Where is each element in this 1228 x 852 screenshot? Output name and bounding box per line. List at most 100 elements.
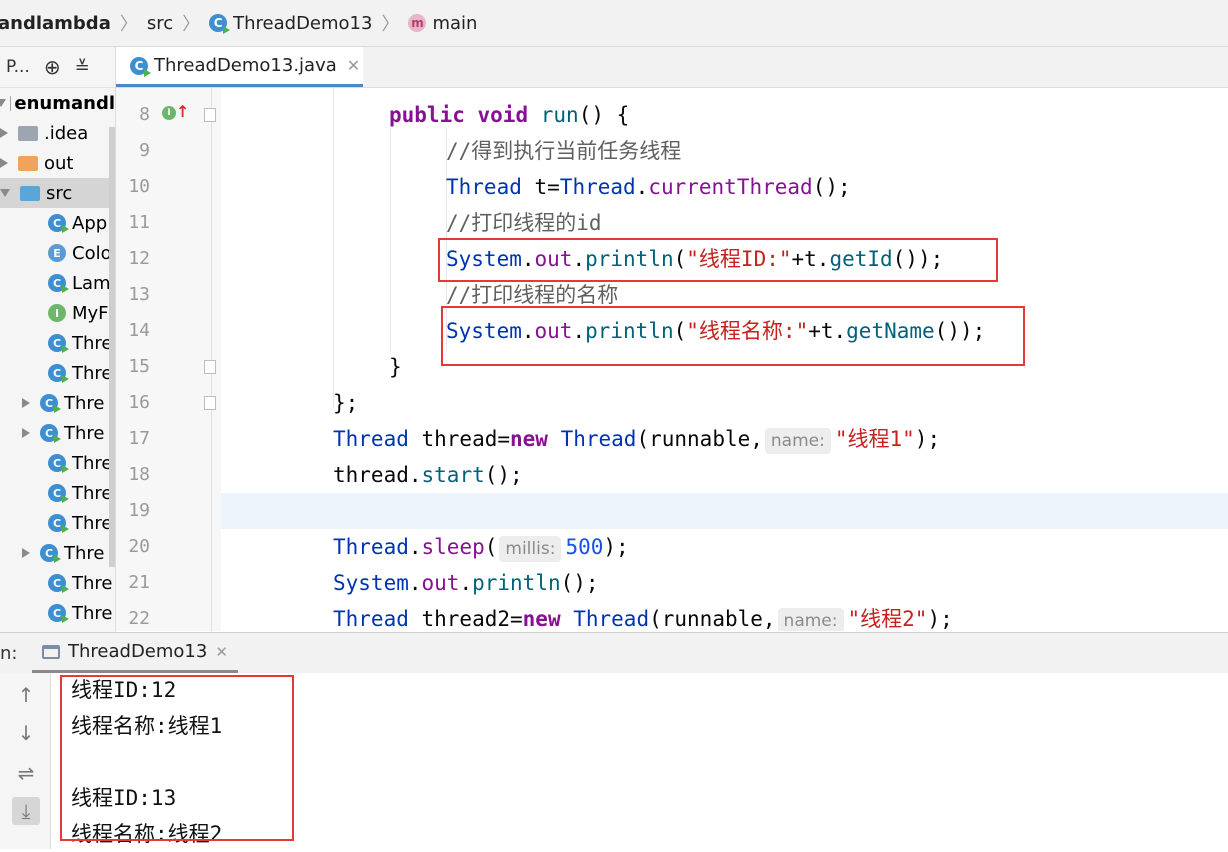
tree-item-label: App: [72, 213, 107, 234]
tree-root[interactable]: enumandl: [0, 88, 115, 118]
project-scrollbar[interactable]: [109, 127, 115, 567]
field: out: [422, 571, 460, 595]
punct: ();: [813, 175, 851, 199]
soft-wrap-icon[interactable]: ⇌: [12, 759, 40, 787]
punct: ();: [561, 571, 599, 595]
run-toolwindow-header: n: ThreadDemo13 ✕: [0, 632, 1228, 674]
kw-new: new: [523, 607, 561, 631]
tab-label: ThreadDemo13.java: [154, 55, 337, 76]
override-arrow-icon: ↑: [176, 102, 189, 121]
expand-arrow-icon[interactable]: [22, 398, 30, 408]
code-line-10: Thread t=Thread.currentThread();: [446, 169, 851, 205]
expand-arrow-icon[interactable]: [0, 128, 8, 138]
tree-item[interactable]: EColo: [0, 238, 115, 268]
tree-item[interactable]: IMyF: [0, 298, 115, 328]
expand-arrow-icon[interactable]: [0, 158, 8, 168]
tree-item[interactable]: CApp: [0, 208, 115, 238]
line-number: 19: [116, 493, 150, 529]
collapse-icon[interactable]: ≚: [75, 57, 90, 78]
class-icon: C: [40, 394, 58, 412]
arrow-down-icon[interactable]: ↓: [12, 719, 40, 747]
tree-item[interactable]: out: [0, 148, 115, 178]
folder-icon: [18, 156, 38, 171]
tree-item[interactable]: CThre: [0, 418, 115, 448]
close-icon[interactable]: ✕: [215, 643, 228, 661]
tree-item[interactable]: CThre: [0, 478, 115, 508]
tree-item[interactable]: .idea: [0, 118, 115, 148]
tree-item-label: Thre: [72, 333, 112, 354]
tree-item[interactable]: C Thre: [0, 388, 115, 418]
tree-item-label: Thre: [72, 573, 112, 594]
highlight-box-getname: [441, 306, 1025, 366]
expand-arrow-icon[interactable]: [22, 428, 30, 438]
console-output[interactable]: 线程ID:12 线程名称:线程1 线程ID:13 线程名称:线程2: [51, 673, 1228, 849]
tree-item-label: src: [46, 183, 72, 204]
tree-item[interactable]: CThre: [0, 448, 115, 478]
close-icon[interactable]: ✕: [347, 56, 360, 75]
run-tab-label: ThreadDemo13: [68, 641, 207, 662]
punct: );: [915, 427, 940, 451]
tree-item[interactable]: CThre: [0, 328, 115, 358]
class-icon: C: [209, 14, 227, 32]
indent-guide: [333, 88, 334, 408]
highlight-box-output: [60, 675, 294, 841]
tree-item[interactable]: CThre: [0, 358, 115, 388]
breadcrumb-class[interactable]: C ThreadDemo13: [209, 13, 372, 34]
tree-item-label: Thre: [64, 543, 104, 564]
class-icon: C: [48, 574, 66, 592]
var: thread=: [409, 427, 510, 451]
breadcrumb-method[interactable]: m main: [408, 13, 477, 34]
expand-arrow-icon[interactable]: [0, 99, 6, 107]
tree-item[interactable]: CThre: [0, 538, 115, 568]
type: Thread: [446, 175, 522, 199]
tree-item[interactable]: C Thre: [0, 568, 115, 598]
punct: .: [636, 175, 649, 199]
current-line-highlight: [221, 493, 1228, 529]
arrow-up-icon[interactable]: ↑: [12, 681, 40, 709]
fold-icon[interactable]: [204, 108, 216, 122]
fold-icon[interactable]: [204, 360, 216, 374]
breadcrumb-project[interactable]: andlambda: [0, 13, 111, 34]
run-tab[interactable]: ThreadDemo13 ✕: [32, 633, 238, 673]
tree-item[interactable]: CThre: [0, 598, 115, 628]
code-line-21: System.out.println();: [333, 565, 599, 601]
number: 500: [565, 535, 603, 559]
method: println: [472, 571, 561, 595]
folder-icon: [18, 126, 38, 141]
comment: //得到执行当前任务线程: [446, 139, 681, 163]
param-hint: millis:: [499, 536, 561, 562]
expand-arrow-icon[interactable]: [0, 189, 10, 197]
run-label: n:: [0, 643, 17, 664]
class-icon: C: [130, 57, 148, 75]
tab-threaddemo13[interactable]: C ThreadDemo13.java ✕: [116, 47, 363, 87]
method: currentThread: [648, 175, 812, 199]
class-icon: C: [48, 364, 66, 382]
enum-icon: E: [48, 244, 66, 262]
chevron-right-icon: 〉: [381, 10, 399, 36]
project-tree: enumandl .ideaoutsrcCAppEColoCLamIMyFCTh…: [0, 88, 115, 628]
code-line-9: //得到执行当前任务线程: [446, 133, 681, 169]
locate-icon[interactable]: ⊕: [44, 55, 61, 79]
project-toolbar: P... ⊕ ≚: [0, 47, 115, 88]
punct: );: [927, 607, 952, 631]
expand-arrow-icon[interactable]: [22, 548, 30, 558]
tree-item[interactable]: CThre: [0, 508, 115, 538]
scroll-to-end-icon[interactable]: ⤓: [12, 797, 40, 825]
var: thread.: [333, 463, 422, 487]
code-line-22: Thread thread2=new Thread(runnable,name:…: [333, 601, 953, 631]
code-line-8: public void run() {: [389, 97, 629, 133]
console-icon: [42, 645, 60, 659]
breadcrumb-method-label: main: [432, 13, 477, 34]
punct: }: [389, 355, 402, 379]
tree-item-label: Thre: [64, 393, 104, 414]
class-icon: C: [48, 454, 66, 472]
tree-item-label: MyF: [72, 303, 109, 324]
code-editor[interactable]: 8910111213141516171819202122 I ↑ public …: [116, 88, 1228, 631]
tree-item[interactable]: src: [0, 178, 115, 208]
tree-root-label: enumandl: [14, 93, 115, 114]
project-view-dropdown[interactable]: P...: [6, 57, 30, 77]
punct: .: [409, 571, 422, 595]
breadcrumb-folder[interactable]: src: [147, 13, 173, 34]
tree-item[interactable]: CLam: [0, 268, 115, 298]
fold-icon[interactable]: [204, 396, 216, 410]
